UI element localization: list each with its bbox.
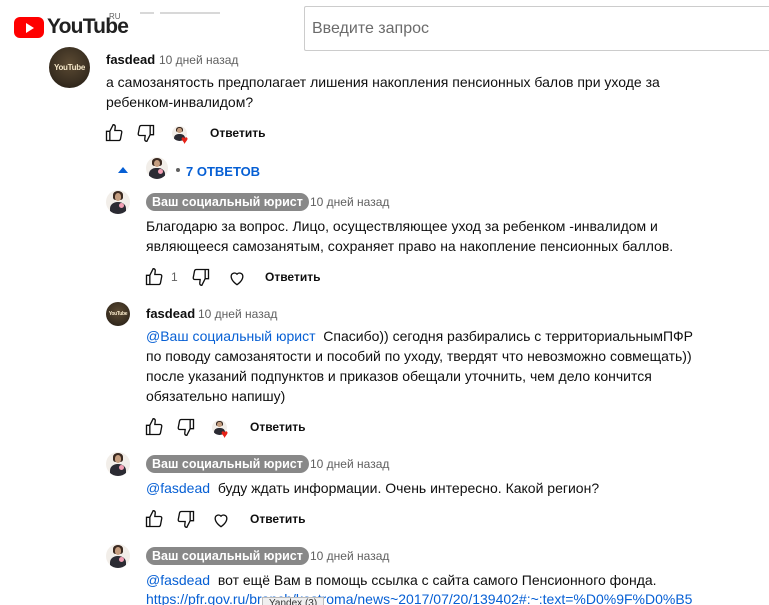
mention-link[interactable]: @fasdead bbox=[146, 572, 210, 588]
like-count: 1 bbox=[171, 270, 178, 284]
comment-text-line: после указаний подпунктов и приказов обе… bbox=[146, 368, 652, 384]
comment-text-line: а самозанятость предполагает лишения нак… bbox=[106, 74, 660, 90]
scrolled-content-ghost bbox=[140, 4, 260, 18]
author-chip[interactable]: Ваш социальный юрист bbox=[146, 455, 309, 473]
comment-text-line: ребенком-инвалидом? bbox=[106, 94, 254, 110]
thumb-up-icon[interactable] bbox=[144, 509, 164, 529]
creator-avatar bbox=[146, 157, 168, 179]
thumb-down-icon[interactable] bbox=[191, 267, 211, 287]
comment-text-line: Благодарю за вопрос. Лицо, осуществляюще… bbox=[146, 218, 658, 234]
comment-text: Спасибо)) сегодня разбирались с территор… bbox=[315, 328, 693, 344]
mention-link[interactable]: @fasdead bbox=[146, 480, 210, 496]
comment-author[interactable]: fasdead bbox=[106, 52, 155, 67]
comment-text-line: обязательно напишу) bbox=[146, 388, 286, 404]
author-chip[interactable]: Ваш социальный юрист bbox=[146, 193, 309, 211]
comment-time[interactable]: 10 дней назад bbox=[310, 195, 389, 209]
comment-text: вот ещё Вам в помощь ссылка с сайта само… bbox=[210, 572, 657, 588]
heart-outline-icon[interactable] bbox=[227, 268, 247, 288]
masthead: YouTube RU bbox=[0, 0, 769, 52]
comment-text-line: @fasdead вот ещё Вам в помощь ссылка с с… bbox=[146, 570, 657, 590]
author-chip[interactable]: Ваш социальный юрист bbox=[146, 547, 309, 565]
heart-outline-icon[interactable] bbox=[211, 510, 231, 530]
avatar[interactable] bbox=[106, 544, 130, 568]
chevron-up-icon bbox=[118, 167, 128, 173]
thumb-up-icon[interactable] bbox=[144, 417, 164, 437]
comment-text: буду ждать информации. Очень интересно. … bbox=[210, 480, 600, 496]
thumb-down-icon[interactable] bbox=[176, 509, 196, 529]
avatar[interactable]: YouTube bbox=[49, 47, 90, 88]
avatar[interactable] bbox=[106, 452, 130, 476]
reply-button[interactable]: Ответить bbox=[250, 512, 305, 526]
mention-link[interactable]: @Ваш социальный юрист bbox=[146, 328, 316, 344]
reply-button[interactable]: Ответить bbox=[265, 270, 320, 284]
reply-button[interactable]: Ответить bbox=[250, 420, 305, 434]
thumb-down-icon[interactable] bbox=[176, 417, 196, 437]
comment-time[interactable]: 10 дней назад bbox=[310, 457, 389, 471]
avatar[interactable]: YouTube bbox=[106, 302, 130, 326]
comment-time[interactable]: 10 дней назад bbox=[159, 53, 238, 67]
avatar-text: YouTube bbox=[108, 311, 128, 318]
avatar[interactable] bbox=[106, 190, 130, 214]
comment-text-line: являющееся самозанятым, сохраняет право … bbox=[146, 238, 674, 254]
region-code: RU bbox=[109, 12, 121, 21]
replies-toggle[interactable] bbox=[118, 156, 128, 184]
search-input[interactable] bbox=[305, 7, 769, 50]
reply-button[interactable]: Ответить bbox=[210, 126, 265, 140]
thumb-up-icon[interactable] bbox=[104, 123, 124, 143]
comment-text-line: @fasdead буду ждать информации. Очень ин… bbox=[146, 478, 599, 498]
youtube-play-icon bbox=[14, 16, 44, 38]
replies-count[interactable]: 7 ОТВЕТОВ bbox=[186, 164, 260, 179]
tooltip: Yandex (3) bbox=[262, 597, 325, 605]
comment-text-line: по поводу самозанятости и пособий по ухо… bbox=[146, 348, 692, 364]
search-box[interactable] bbox=[304, 6, 769, 51]
external-link[interactable]: https://pfr.gov.ru/branch/kostroma/news~… bbox=[146, 589, 692, 605]
avatar-text: YouTube bbox=[54, 62, 85, 72]
comment-time[interactable]: 10 дней назад bbox=[198, 307, 277, 321]
heart-icon: ♥ bbox=[181, 133, 189, 147]
thumb-up-icon[interactable] bbox=[144, 267, 164, 287]
comment-text-line: @Ваш социальный юрист Спасибо)) сегодня … bbox=[146, 326, 693, 346]
heart-icon: ♥ bbox=[221, 427, 229, 441]
comment-time[interactable]: 10 дней назад bbox=[310, 549, 389, 563]
thumb-down-icon[interactable] bbox=[136, 123, 156, 143]
separator-dot bbox=[176, 168, 180, 172]
comment-author[interactable]: fasdead bbox=[146, 306, 195, 321]
